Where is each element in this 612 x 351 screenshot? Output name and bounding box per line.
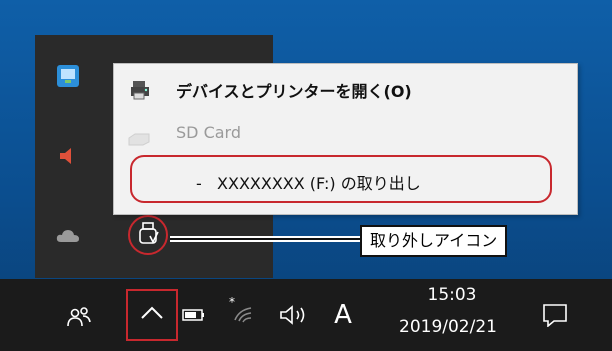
clock-time[interactable]: 15:03 [397,285,507,305]
callout-label: 取り外しアイコン [360,225,508,257]
chevron-up-icon [139,305,165,325]
speaker-icon[interactable] [55,143,81,169]
show-hidden-icons-button[interactable] [126,289,178,341]
menu-item-open-devices-printers-label: デバイスとプリンターを開く(O) [176,82,412,101]
people-icon[interactable] [64,303,94,331]
menu-item-open-devices-printers[interactable]: デバイスとプリンターを開く(O) [114,64,577,114]
battery-icon[interactable] [180,305,208,325]
taskbar: * A 15:03 2019/02/21 [0,279,612,351]
clock-date[interactable]: 2019/02/21 [383,317,513,337]
menu-item-sd-card-label: SD Card [176,123,241,142]
menu-item-sd-card: SD Card [114,119,577,149]
wifi-icon[interactable]: * [226,295,256,325]
callout-connector-line-outline [170,236,360,242]
onedrive-cloud-icon[interactable] [55,223,81,249]
network-app-icon[interactable] [55,63,81,89]
volume-icon[interactable] [276,301,316,329]
ime-mode-indicator[interactable]: A [326,293,360,337]
svg-text:*: * [229,296,235,309]
eject-item-highlight [130,155,552,203]
sd-card-icon [126,129,152,149]
printer-icon [128,78,152,102]
action-center-icon[interactable] [540,301,570,329]
safely-remove-hardware-icon[interactable] [128,215,168,255]
